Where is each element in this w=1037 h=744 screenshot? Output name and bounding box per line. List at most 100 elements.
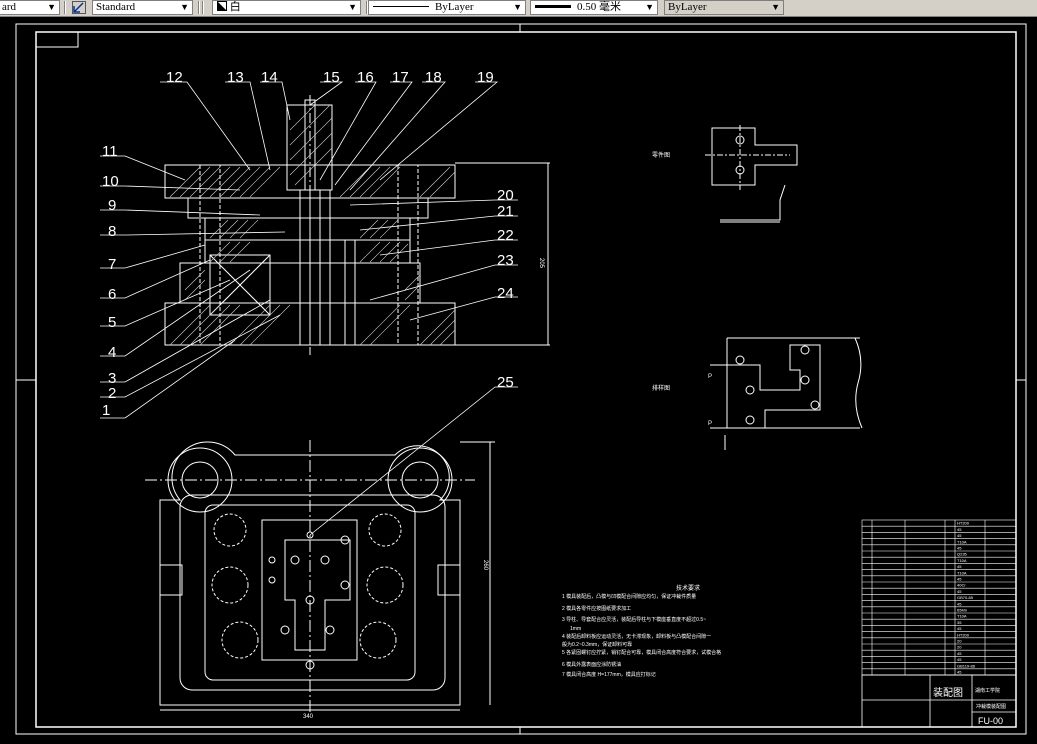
balloon-label: 18 xyxy=(425,69,442,86)
drawing-svg: 205 1 2 3 4 5 6 7 8 9 10 11 12 13 14 15 … xyxy=(15,23,1027,735)
bom-material: 35 xyxy=(957,620,962,625)
bom-material: 45 xyxy=(957,533,962,538)
linetype-combo[interactable]: ByLayer ▼ xyxy=(368,0,526,15)
chevron-down-icon[interactable]: ▼ xyxy=(348,1,357,14)
plan-view xyxy=(145,440,495,715)
bom-material: 45 xyxy=(957,564,962,569)
inner-frame xyxy=(35,31,1017,728)
bom-material: 20 xyxy=(957,639,962,644)
plotstyle-combo[interactable]: ByLayer ▼ xyxy=(664,0,784,15)
bom-material: HT200 xyxy=(957,632,970,637)
balloon-label: 4 xyxy=(108,344,116,361)
dim-height-plan: 260 xyxy=(482,560,488,571)
bom-material: 45 xyxy=(957,546,962,551)
balloon-label: 7 xyxy=(108,256,116,273)
note-line: 般为0.2~0.3mm，保证卸料可靠 xyxy=(562,641,632,648)
drawing-number: FU-00 xyxy=(978,716,1003,726)
balloon-label: 12 xyxy=(166,69,183,86)
note-line: 7 模具闭合高度 H=177mm，模具应打标记 xyxy=(562,671,656,678)
note-line: 5 各紧固螺钉应拧紧，销钉配合可靠，模具闭合高度符合要求，试模合格 xyxy=(562,649,721,656)
sheet-border xyxy=(15,23,1027,735)
bom-material: 65Mn xyxy=(957,608,967,613)
balloon-label: 3 xyxy=(108,370,116,387)
text-style-combo[interactable]: ard ▼ xyxy=(0,0,60,15)
bom-material: T10A xyxy=(957,614,967,619)
bom-material: T10A xyxy=(957,539,967,544)
bom-table xyxy=(861,519,1017,676)
bom-material: 45 xyxy=(957,670,962,675)
part-drawing-label: 零件图 xyxy=(652,151,670,159)
balloon-label: 16 xyxy=(357,69,374,86)
section-view xyxy=(164,95,550,355)
chevron-down-icon[interactable]: ▼ xyxy=(47,1,56,14)
toolbar-separator xyxy=(198,1,200,14)
bom-material: 45 xyxy=(957,589,962,594)
balloon-label: 14 xyxy=(261,69,278,86)
chevron-down-icon[interactable]: ▼ xyxy=(513,1,522,14)
dim-style-icon[interactable] xyxy=(72,1,86,14)
note-line: 1 模具装配后，凸模与凹模配合间隙应均匀，保证冲裁件质量 xyxy=(562,593,696,600)
layout-dim-a: P xyxy=(708,374,712,380)
dim-width-plan: 340 xyxy=(303,714,314,720)
chevron-down-icon[interactable]: ▼ xyxy=(771,1,780,14)
bom-material: T10A xyxy=(957,570,967,575)
color-combo[interactable]: 白 ▼ xyxy=(212,0,361,15)
project-name: 冲裁模装配图 xyxy=(976,703,1006,710)
bom-material: 45 xyxy=(957,651,962,656)
properties-toolbar: ard ▼ Standard ▼ 白 ▼ ByLayer ▼ 0.50 毫米 ▼… xyxy=(0,0,1037,17)
bom-material: 45 xyxy=(957,657,962,662)
bom-materials: HT2004545T10A45Q235T10A45T10A4540Cr45GB7… xyxy=(957,521,976,675)
balloon-label: 10 xyxy=(102,173,119,190)
dim-style-combo[interactable]: Standard ▼ xyxy=(92,0,193,15)
bom-material: Q235 xyxy=(957,552,968,557)
chevron-down-icon[interactable]: ▼ xyxy=(180,1,189,14)
bom-material: GB119-86 xyxy=(957,663,976,668)
note-line: 1mm xyxy=(570,626,581,632)
code-box xyxy=(35,31,79,48)
balloon-label: 24 xyxy=(497,285,514,302)
balloon-label: 23 xyxy=(497,252,514,269)
dim-height-section: 205 xyxy=(538,258,544,269)
bom-material: 45 xyxy=(957,626,962,631)
balloon-label: 5 xyxy=(108,314,116,331)
plotstyle-value: ByLayer xyxy=(668,1,707,13)
bom-material: T10A xyxy=(957,558,967,563)
color-value: 白 xyxy=(229,1,241,13)
balloon-label: 17 xyxy=(392,69,409,86)
note-line: 3 导柱、导套配合应灵活，装配后导柱与下模座垂直度不超过0.5~ xyxy=(562,616,706,623)
lineweight-sample-icon xyxy=(535,5,571,8)
lineweight-combo[interactable]: 0.50 毫米 ▼ xyxy=(530,0,658,15)
drawing-title: 装配图 xyxy=(933,686,963,699)
strip-layout-label: 排样图 xyxy=(652,384,670,392)
balloon-label: 2 xyxy=(108,385,116,402)
text-style-value: ard xyxy=(2,1,17,13)
balloon-label: 9 xyxy=(108,197,116,214)
lineweight-value: 0.50 毫米 xyxy=(577,1,621,13)
balloon-label: 22 xyxy=(497,227,514,244)
balloon-label: 19 xyxy=(477,69,494,86)
bom-material: 40Cr xyxy=(957,583,966,588)
bom-material: GB70-85 xyxy=(957,595,974,600)
strip-layout xyxy=(710,337,863,450)
technical-notes: 1 模具装配后，凸模与凹模配合间隙应均匀，保证冲裁件质量 2 模具各零件应按图纸… xyxy=(562,593,721,678)
bom-material: HT200 xyxy=(957,521,970,526)
chevron-down-icon[interactable]: ▼ xyxy=(645,1,654,14)
balloon-label: 21 xyxy=(497,203,514,220)
balloon-label: 20 xyxy=(497,187,514,204)
linetype-sample-icon xyxy=(373,6,429,7)
bom-material: 45 xyxy=(957,601,962,606)
toolbar-separator xyxy=(202,1,204,14)
note-line: 2 模具各零件应按图纸要求加工 xyxy=(562,605,631,612)
bom-material: 20 xyxy=(957,645,962,650)
layout-dim-b: P xyxy=(708,421,712,427)
part-drawing xyxy=(705,125,798,223)
balloon-label: 25 xyxy=(497,374,514,391)
drawing-canvas[interactable]: 205 1 2 3 4 5 6 7 8 9 10 11 12 13 14 15 … xyxy=(0,17,1037,739)
balloon-label: 8 xyxy=(108,223,116,240)
balloon-label: 11 xyxy=(102,143,118,160)
bom-material: 45 xyxy=(957,527,962,532)
bom-material: 45 xyxy=(957,577,962,582)
balloon-label: 1 xyxy=(102,402,110,419)
dim-style-value: Standard xyxy=(96,1,136,13)
school-name: 湖南工学院 xyxy=(975,687,1000,694)
